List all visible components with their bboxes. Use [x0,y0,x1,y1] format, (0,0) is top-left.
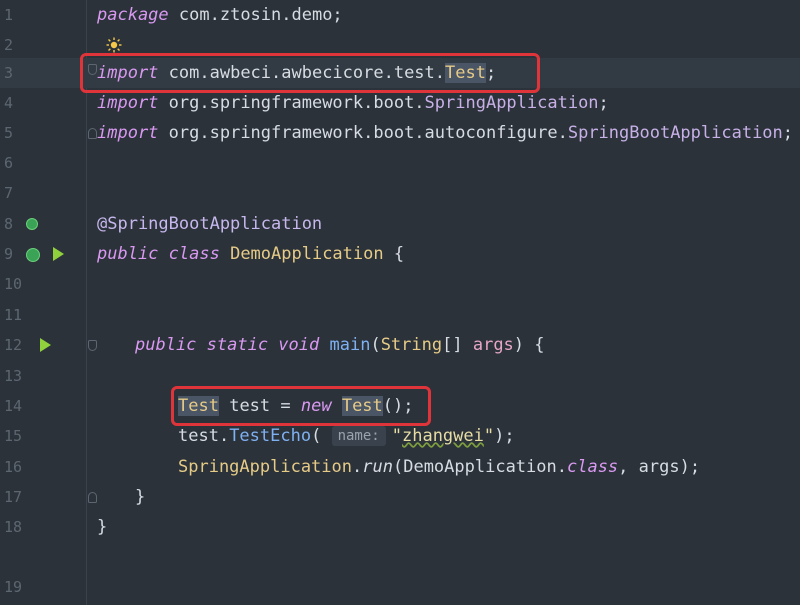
line-number: 7 [4,184,14,202]
line-number: 11 [4,306,23,324]
line-number: 14 [4,397,23,415]
arg-class: DemoApplication. [403,457,567,477]
code-editor[interactable]: 1 package com.ztosin.demo; 2 3 import co… [0,0,800,605]
method-name: main [329,335,371,355]
run-icon[interactable] [53,247,64,261]
code-text: @SpringBootApplication [97,209,322,239]
run-icon[interactable] [40,338,51,352]
keyword: import [97,123,159,143]
open-brace: { [393,244,405,264]
open-paren: ( [311,426,322,446]
semicolon: ; [598,93,609,113]
code-line-7: 7 [0,178,800,208]
code-line-6: 6 [0,148,800,178]
code-line-10: 10 [0,269,800,299]
line-number: 18 [4,518,23,536]
import-class: SpringBootApplication [567,123,783,143]
line-number: 5 [4,124,14,142]
code-line-12: 12 public static void main(String[] args… [0,330,800,360]
import-class: SpringApplication [424,93,599,113]
code-line-19: 19 [0,572,800,602]
line-number: 12 [4,336,23,354]
code-line-17: 17 } [0,482,800,512]
close-brace: } [97,517,108,537]
semicolon: ; [782,123,794,143]
highlight-box-import [80,53,540,93]
import-package: org.springframework.boot. [168,93,425,113]
keyword: package [97,5,169,25]
parameter-hint: name: [331,426,386,446]
package-name: com.ztosin.demo; [178,5,343,25]
code-text: } [97,512,107,542]
open-paren: ( [370,335,381,355]
fold-end-icon[interactable] [88,128,97,139]
code-line-8: 8 @SpringBootApplication [0,209,800,239]
line-number: 2 [4,36,14,54]
object-ref: test. [178,426,230,446]
close-paren: ) { [513,335,545,355]
fold-end-icon[interactable] [88,492,97,503]
statement-end: ); [494,426,515,446]
code-line-18: 18 } [0,512,800,542]
line-number: 13 [4,367,23,385]
line-number: 6 [4,154,14,172]
args-rest: , args); [618,457,701,477]
line-number: 4 [4,94,14,112]
param-type: String [380,335,443,355]
keyword: public class [97,244,220,264]
class-ref: SpringApplication [178,457,352,477]
code-line-11: 11 [0,300,800,330]
code-line-1: 1 package com.ztosin.demo; [0,0,800,30]
array-brackets: [] [442,335,463,355]
spring-bean-icon[interactable] [26,248,40,262]
line-number: 15 [4,427,23,445]
annotation: @SpringBootApplication [97,214,323,234]
open-paren: ( [392,457,404,477]
fold-icon[interactable] [88,340,97,351]
class-name: DemoApplication [230,244,384,264]
spring-bean-icon[interactable] [26,218,38,230]
keyword: import [97,93,159,113]
code-text: } [135,482,145,512]
method-name: TestEcho [229,426,312,446]
highlight-box-instantiation [171,386,431,426]
string-literal: "zhangwei" [391,426,495,446]
method-name: run [362,457,393,477]
keyword: class [566,457,619,477]
code-line-5: 5 import org.springframework.boot.autoco… [0,118,800,148]
code-text: SpringApplication.run(DemoApplication.cl… [178,452,700,482]
line-number: 10 [4,275,23,293]
line-number: 8 [4,215,14,233]
code-line-16: 16 SpringApplication.run(DemoApplication… [0,452,800,482]
line-number: 17 [4,488,23,506]
code-text: public static void main(String[] args) { [135,330,545,360]
line-number: 19 [4,578,23,596]
line-number: 1 [4,6,14,24]
code-text: package com.ztosin.demo; [97,0,343,30]
dot: . [352,457,363,477]
param-name: args [472,335,514,355]
code-text: import org.springframework.boot.autoconf… [97,118,793,148]
line-number: 9 [4,245,14,263]
code-text: public class DemoApplication { [97,239,404,269]
import-package: org.springframework.boot.autoconfigure. [168,123,568,143]
keyword: public static void [135,335,320,355]
line-number: 16 [4,458,23,476]
close-brace: } [135,487,146,507]
code-line-9: 9 public class DemoApplication { [0,239,800,269]
line-number: 3 [4,64,14,82]
lightbulb-icon[interactable] [106,37,122,53]
